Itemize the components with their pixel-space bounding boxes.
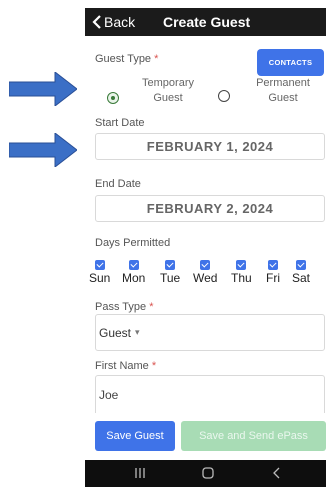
wednesday-checkbox[interactable] [200, 260, 211, 270]
end-date-label: End Date [95, 178, 141, 190]
arrow-right-icon [9, 133, 77, 167]
phone-screen: Back Create Guest Guest Type * CONTACTS … [85, 8, 326, 487]
contacts-button[interactable]: CONTACTS [257, 49, 324, 76]
sunday-checkbox[interactable] [94, 260, 105, 270]
required-mark: * [151, 360, 157, 372]
day-thursday[interactable]: Thu [231, 260, 252, 285]
day-tuesday[interactable]: Tue [160, 260, 180, 285]
day-friday[interactable]: Fri [266, 260, 280, 285]
day-monday[interactable]: Mon [122, 260, 145, 285]
temporary-guest-label[interactable]: Temporary Guest [133, 76, 203, 106]
arrow-right-icon [9, 72, 77, 106]
day-sunday[interactable]: Sun [89, 260, 110, 285]
day-label: Wed [193, 271, 218, 285]
home-icon[interactable] [201, 467, 215, 479]
guest-type-label-text: Guest Type [95, 53, 152, 65]
guest-type-label: Guest Type * [95, 53, 158, 65]
chevron-left-icon [92, 15, 101, 29]
back-label: Back [104, 14, 136, 30]
permanent-guest-radio[interactable] [218, 90, 230, 102]
day-label: Sat [292, 271, 311, 285]
day-saturday[interactable]: Sat [292, 260, 310, 285]
pass-type-value: Guest [99, 325, 132, 340]
thursday-checkbox[interactable] [236, 260, 247, 270]
day-label: Mon [122, 271, 146, 285]
first-name-label-text: First Name [95, 360, 149, 372]
temporary-guest-label-line2: Guest [153, 92, 183, 104]
first-name-label: First Name * [95, 360, 156, 372]
start-date-label: Start Date [95, 117, 145, 129]
saturday-checkbox[interactable] [296, 260, 306, 270]
friday-checkbox[interactable] [268, 260, 278, 270]
back-button[interactable]: Back [90, 13, 135, 31]
save-and-send-epass-button[interactable]: Save and Send ePass [181, 421, 326, 451]
recent-apps-icon[interactable] [133, 467, 147, 479]
pass-type-select[interactable]: Guest ▾ [95, 314, 325, 351]
save-guest-button[interactable]: Save Guest [95, 421, 175, 451]
title-bar: Back Create Guest [85, 8, 326, 36]
pass-type-label-text: Pass Type [95, 301, 147, 313]
day-label: Fri [266, 271, 280, 285]
system-back-icon[interactable] [271, 467, 283, 479]
day-label: Thu [231, 271, 252, 285]
monday-checkbox[interactable] [128, 260, 139, 270]
end-date-field[interactable]: FEBRUARY 2, 2024 [95, 195, 325, 222]
required-mark: * [154, 53, 159, 65]
tuesday-checkbox[interactable] [165, 260, 176, 270]
permanent-guest-label[interactable]: Permanent Guest [243, 76, 323, 106]
permanent-guest-label-line2: Guest [268, 92, 298, 104]
required-mark: * [149, 301, 154, 313]
days-permitted-label: Days Permitted [95, 237, 171, 249]
first-name-input[interactable]: Joe [95, 375, 325, 413]
chevron-down-icon: ▾ [135, 327, 140, 337]
temporary-guest-label-line1: Temporary [142, 77, 194, 89]
page-title: Create Guest [163, 14, 251, 30]
day-wednesday[interactable]: Wed [193, 260, 217, 285]
day-label: Tue [160, 271, 181, 285]
temporary-guest-radio[interactable] [107, 92, 119, 104]
day-label: Sun [89, 271, 111, 285]
system-nav-bar [85, 460, 326, 487]
pass-type-label: Pass Type * [95, 301, 154, 313]
start-date-field[interactable]: FEBRUARY 1, 2024 [95, 133, 325, 160]
permanent-guest-label-line1: Permanent [256, 77, 310, 89]
